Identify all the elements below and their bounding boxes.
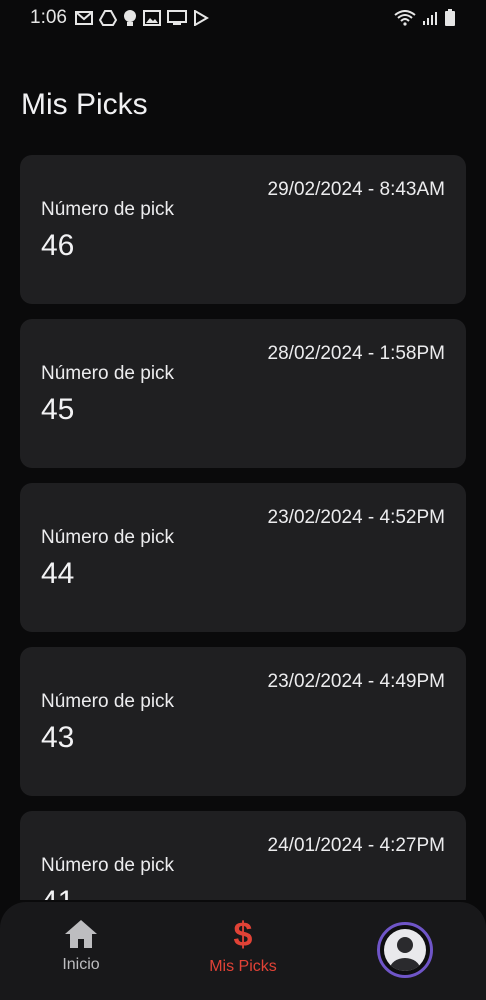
pick-card[interactable]: 28/02/2024 - 1:58PM Número de pick 45 xyxy=(20,319,466,468)
nav-picks-label: Mis Picks xyxy=(209,958,277,975)
pick-card[interactable]: 24/01/2024 - 4:27PM Número de pick 41 xyxy=(20,811,466,900)
notification-icons xyxy=(74,9,209,27)
status-time: 1:06 xyxy=(30,7,67,28)
wifi-icon xyxy=(394,10,416,26)
pick-label: Número de pick xyxy=(41,199,175,220)
avatar-icon xyxy=(384,929,426,971)
dollar-icon: $ xyxy=(233,916,253,954)
pick-card[interactable]: 23/02/2024 - 4:49PM Número de pick 43 xyxy=(20,647,466,796)
page-title: Mis Picks xyxy=(21,88,148,121)
pick-date: 29/02/2024 - 8:43AM xyxy=(267,179,445,200)
pick-number: 45 xyxy=(41,393,75,426)
pick-number: 41 xyxy=(41,885,74,900)
pick-card[interactable]: 29/02/2024 - 8:43AM Número de pick 46 xyxy=(20,155,466,304)
pick-date: 23/02/2024 - 4:49PM xyxy=(267,671,445,692)
pick-date: 24/01/2024 - 4:27PM xyxy=(267,835,445,856)
pick-label: Número de pick xyxy=(41,855,175,876)
picks-list[interactable]: 29/02/2024 - 8:43AM Número de pick 46 28… xyxy=(20,155,466,900)
bottom-nav: Inicio $ Mis Picks xyxy=(0,902,486,1000)
drive-icon xyxy=(98,10,117,26)
pick-label: Número de pick xyxy=(41,527,175,548)
lightbulb-icon xyxy=(123,10,136,26)
pick-number: 44 xyxy=(41,557,75,590)
home-icon xyxy=(65,920,97,948)
nav-home-label: Inicio xyxy=(62,956,100,973)
status-right xyxy=(394,9,456,27)
pick-number: 46 xyxy=(41,229,75,262)
status-left: 1:06 xyxy=(30,7,209,29)
play-store-icon xyxy=(193,10,209,26)
mail-icon xyxy=(74,11,93,25)
nav-picks-button[interactable]: $ Mis Picks xyxy=(183,918,303,976)
nav-home-button[interactable]: Inicio xyxy=(21,918,141,974)
pick-card[interactable]: 23/02/2024 - 4:52PM Número de pick 44 xyxy=(20,483,466,632)
profile-avatar-button[interactable] xyxy=(377,922,433,978)
pick-number: 43 xyxy=(41,721,75,754)
pick-label: Número de pick xyxy=(41,363,175,384)
signal-icon xyxy=(423,12,437,25)
pick-date: 28/02/2024 - 1:58PM xyxy=(267,343,445,364)
image-icon xyxy=(142,10,161,26)
pick-label: Número de pick xyxy=(41,691,175,712)
pick-date: 23/02/2024 - 4:52PM xyxy=(267,507,445,528)
status-bar: 1:06 xyxy=(0,0,486,36)
cast-icon xyxy=(166,10,187,25)
battery-icon xyxy=(445,9,455,26)
